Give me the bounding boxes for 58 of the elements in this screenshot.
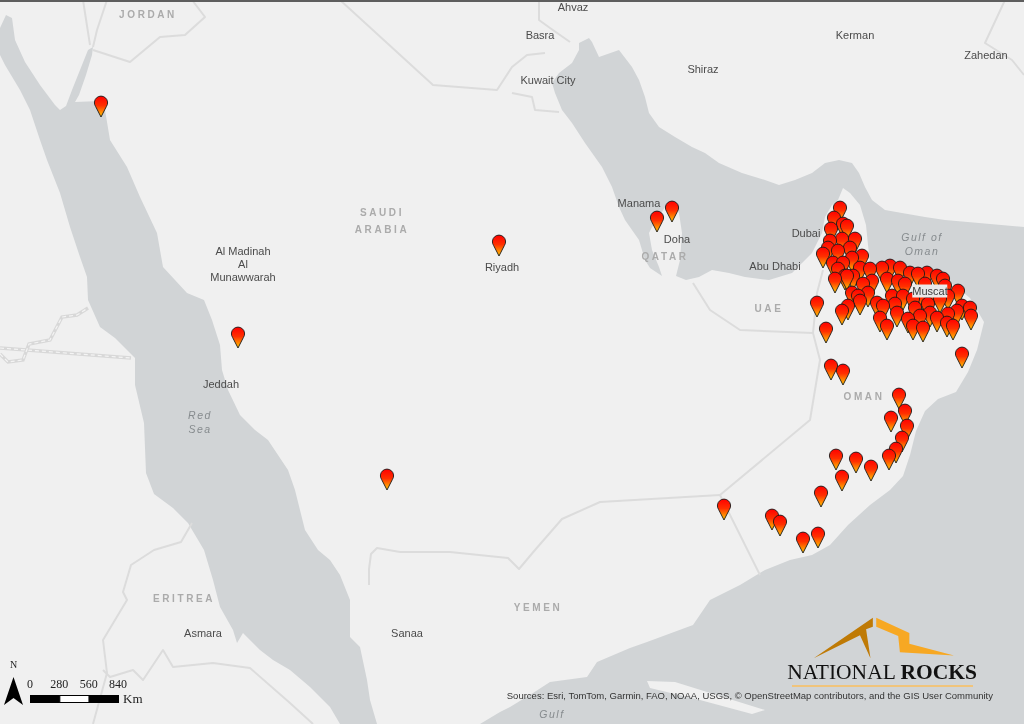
map-pin-icon	[828, 448, 844, 471]
map-pin-icon	[954, 346, 970, 369]
map-pin-icon	[834, 469, 850, 492]
city-label: Sanaa	[391, 626, 423, 640]
country-label: ERITREA	[152, 591, 216, 606]
map-pin-icon	[379, 468, 395, 491]
city-label: Abu Dhabi	[749, 259, 801, 273]
country-label: SAUDI ARABIA	[354, 205, 410, 236]
north-arrow-icon	[4, 677, 23, 705]
scale-tick-label: 0	[27, 677, 33, 691]
city-label: Ahvaz	[557, 0, 589, 14]
city-label: Shiraz	[687, 62, 719, 76]
scale-tick-label: 560	[79, 677, 98, 691]
city-label: Asmara	[184, 626, 222, 640]
city-label: Riyadh	[484, 260, 520, 274]
mountain-logo-icon	[813, 617, 955, 659]
map-pin-icon	[863, 459, 879, 482]
city-label: Kuwait City	[520, 73, 576, 87]
map-pin-icon	[835, 363, 851, 386]
map-pin-icon	[93, 95, 109, 118]
country-label: OMAN	[843, 389, 885, 404]
map-pin-icon	[491, 234, 507, 257]
map-pin-icon	[883, 410, 899, 433]
city-label: Doha	[663, 232, 691, 246]
country-label: UAE	[754, 301, 784, 316]
attribution-text: Sources: Esri, TomTom, Garmin, FAO, NOAA, USGS, © OpenStreetMap contributors, and the GIS User Community	[506, 690, 993, 702]
map-pin-icon	[230, 326, 246, 349]
city-label: Kerman	[835, 28, 875, 42]
city-label: Zahedan	[964, 48, 1008, 62]
city-label: Jeddah	[202, 377, 240, 391]
city-label: Al Madinah Al Munawwarah	[210, 244, 276, 284]
map-pin-icon	[664, 200, 680, 223]
north-label: N	[9, 659, 18, 671]
country-label: QATAR	[641, 249, 689, 264]
city-label: Dubai	[791, 226, 821, 240]
map-pin-icon	[891, 387, 907, 410]
map-pin-icon	[813, 485, 829, 508]
city-label: Manama	[617, 196, 661, 210]
map-pin-icon	[881, 448, 897, 471]
city-label: Basra	[525, 28, 555, 42]
country-label: JORDAN	[119, 7, 177, 22]
logo-wordmark: NATIONAL ROCKS	[787, 661, 977, 683]
scale-tick-label: 840	[109, 677, 127, 691]
map-pin-icon	[810, 526, 826, 549]
country-label: YEMEN	[513, 600, 563, 615]
sea-label: Red Sea	[188, 409, 212, 437]
map-pin-icon	[818, 321, 834, 344]
sea-label: Gulf	[539, 708, 565, 722]
scale-tick-label: 280	[50, 677, 69, 691]
map-pin-icon	[795, 531, 811, 554]
map-pin-icon	[772, 514, 788, 537]
map-pin-icon	[848, 451, 864, 474]
map-pin-icon	[716, 498, 732, 521]
map-pin-icon	[809, 295, 825, 318]
sea-label: Gulf of Oman	[900, 231, 944, 259]
map-pin-icon	[823, 358, 839, 381]
scale-unit-label: Km	[123, 692, 143, 706]
map-pin-icon	[649, 210, 665, 233]
